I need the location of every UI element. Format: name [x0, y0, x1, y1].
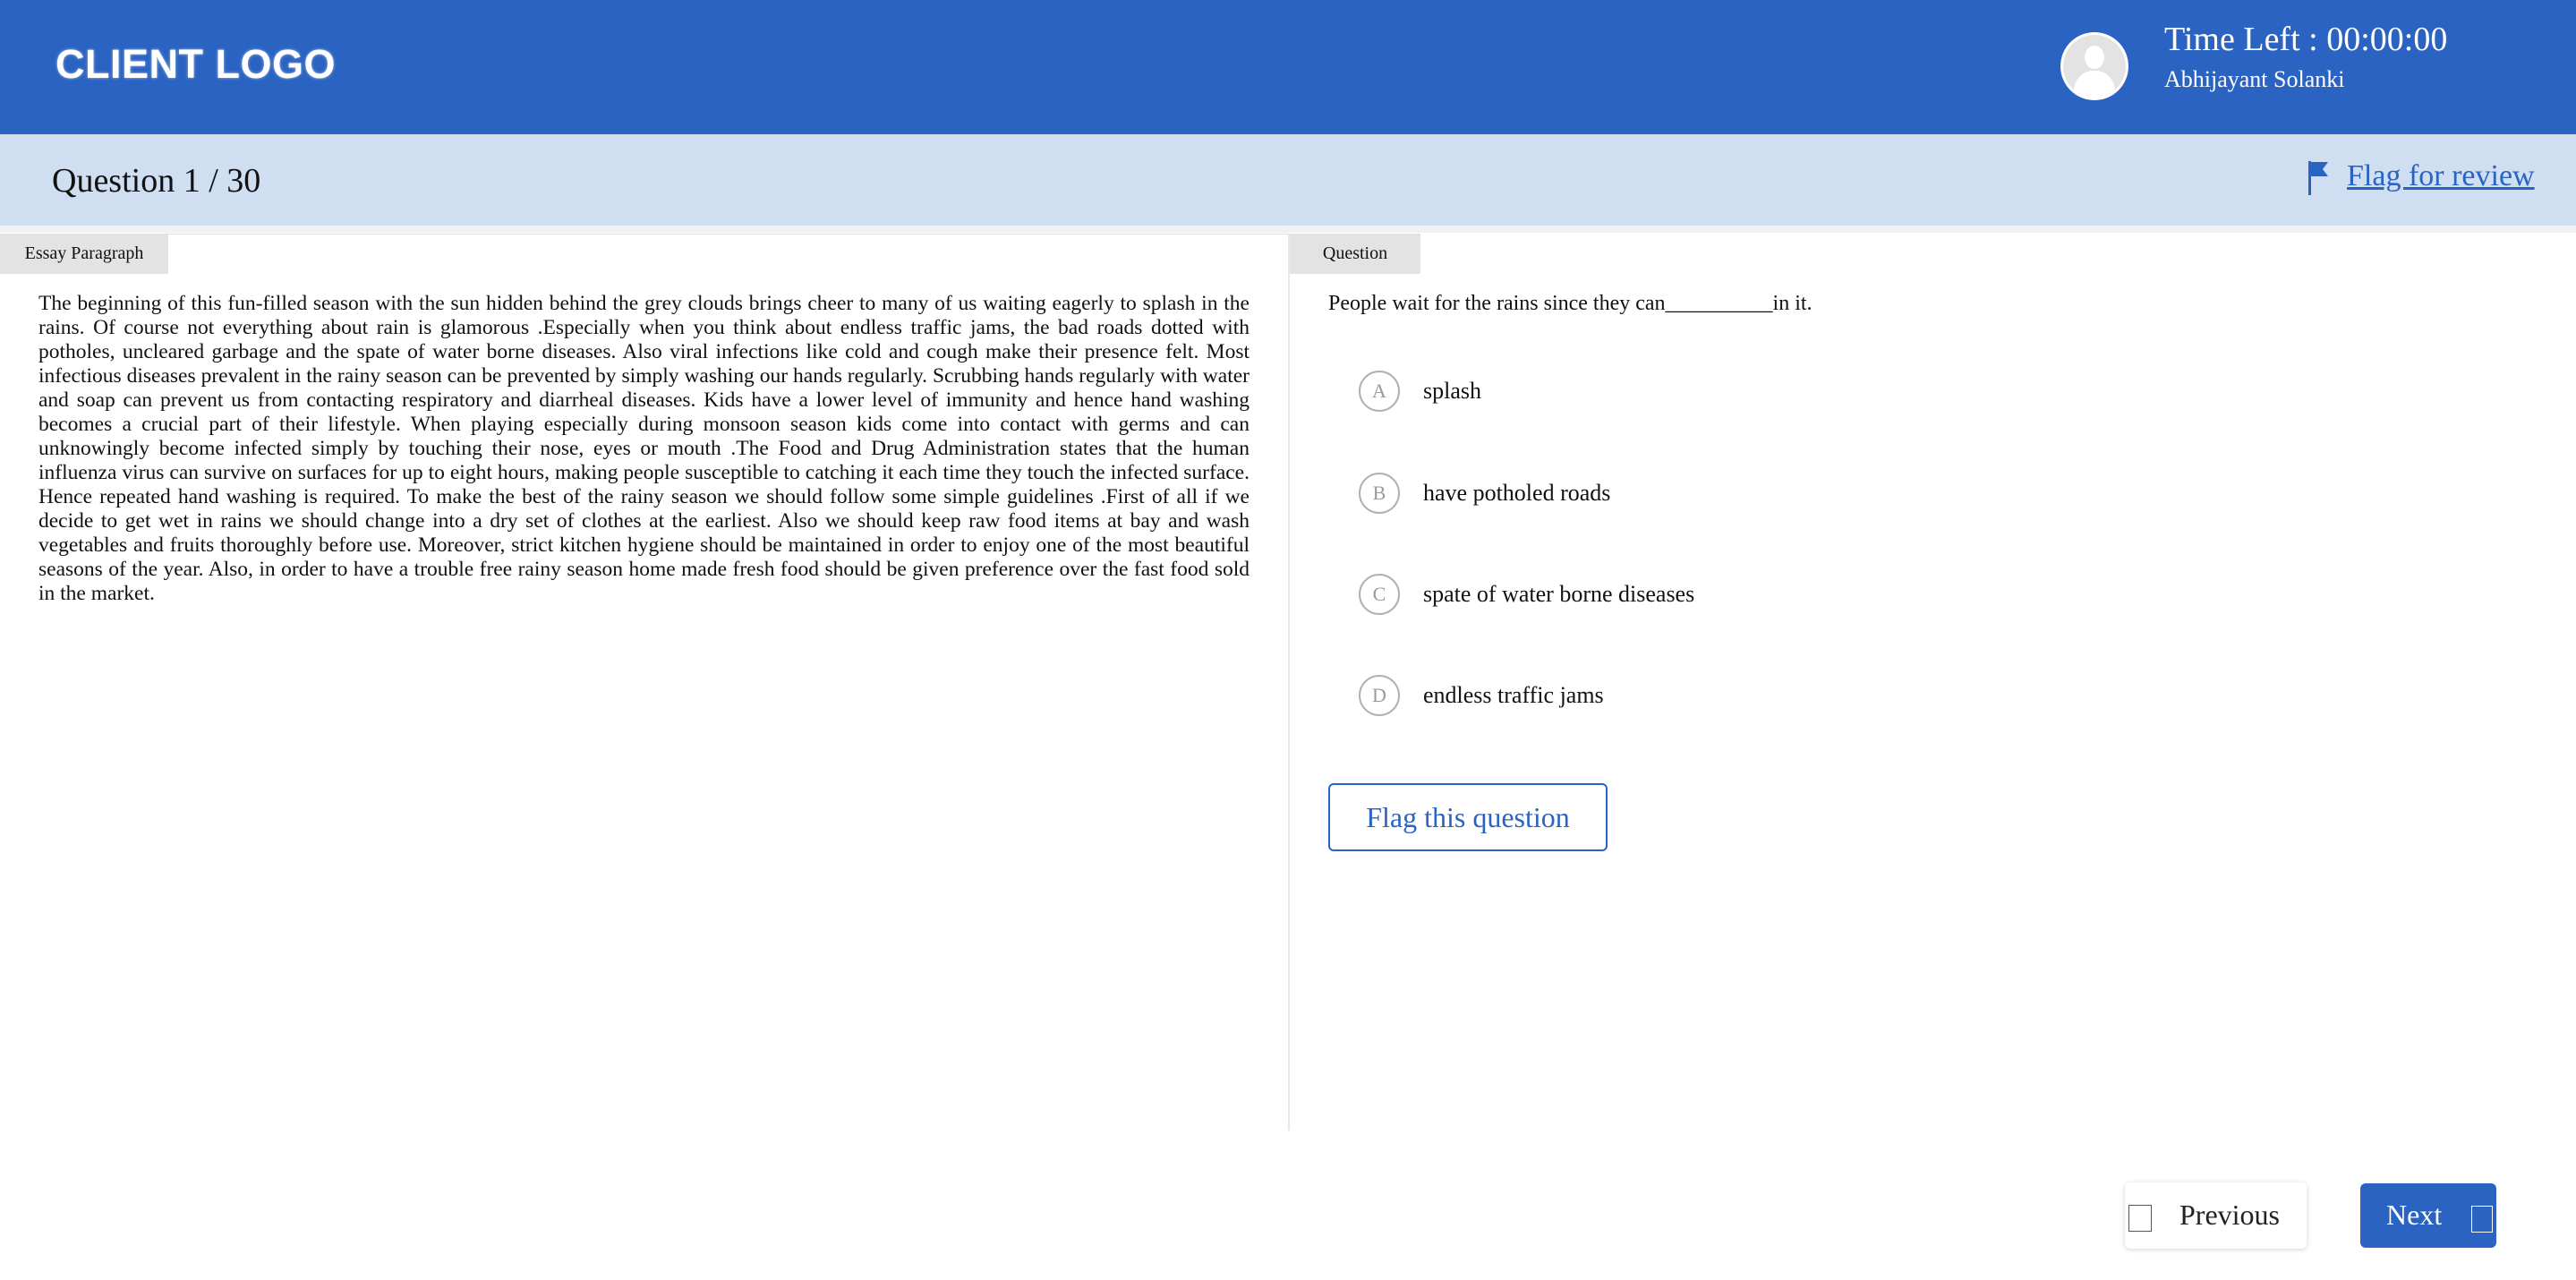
question-text: People wait for the rains since they can… — [1328, 292, 1813, 315]
essay-tab-divider — [168, 234, 1289, 235]
avatar-head-shape — [2085, 46, 2104, 69]
tab-essay-paragraph: Essay Paragraph — [0, 234, 168, 274]
previous-icon — [2128, 1205, 2152, 1232]
top-header: CLIENT LOGO Time Left : 00:00:00 Abhijay… — [0, 0, 2576, 134]
client-logo: CLIENT LOGO — [55, 41, 336, 87]
option-radio-d[interactable]: D — [1359, 675, 1400, 716]
next-icon — [2471, 1206, 2493, 1233]
option-label-b[interactable]: have potholed roads — [1423, 480, 1610, 507]
flag-for-review-link[interactable]: Flag for review — [2347, 159, 2535, 193]
question-counter: Question 1 / 30 — [52, 162, 261, 200]
user-avatar-icon — [2060, 32, 2128, 100]
answer-option-d[interactable]: D endless traffic jams — [1359, 673, 1604, 718]
avatar-body-shape — [2074, 71, 2115, 98]
essay-paragraph-text: The beginning of this fun-filled season … — [38, 292, 1250, 605]
answer-option-b[interactable]: B have potholed roads — [1359, 471, 1610, 516]
previous-label: Previous — [2179, 1199, 2280, 1231]
user-name: Abhijayant Solanki — [2164, 66, 2345, 92]
panel-divider — [1288, 234, 1290, 1131]
time-left-timer: Time Left : 00:00:00 — [2164, 21, 2448, 58]
tab-question: Question — [1290, 234, 1420, 274]
previous-button[interactable]: Previous — [2125, 1182, 2307, 1249]
next-button[interactable]: Next — [2360, 1183, 2496, 1248]
flag-this-question-button[interactable]: Flag this question — [1328, 783, 1608, 851]
option-label-c[interactable]: spate of water borne diseases — [1423, 581, 1694, 608]
avatar-background — [2063, 35, 2126, 98]
option-radio-b[interactable]: B — [1359, 473, 1400, 514]
next-label: Next — [2386, 1199, 2443, 1231]
answer-option-c[interactable]: C spate of water borne diseases — [1359, 572, 1694, 617]
option-label-a[interactable]: splash — [1423, 378, 1481, 405]
question-toolbar: Question 1 / 30 Flag for review — [0, 134, 2576, 226]
option-radio-c[interactable]: C — [1359, 574, 1400, 615]
section-separator — [0, 226, 2576, 233]
option-label-d[interactable]: endless traffic jams — [1423, 682, 1604, 709]
option-radio-a[interactable]: A — [1359, 371, 1400, 412]
flag-icon[interactable] — [2307, 159, 2332, 197]
answer-option-a[interactable]: A splash — [1359, 369, 1481, 414]
